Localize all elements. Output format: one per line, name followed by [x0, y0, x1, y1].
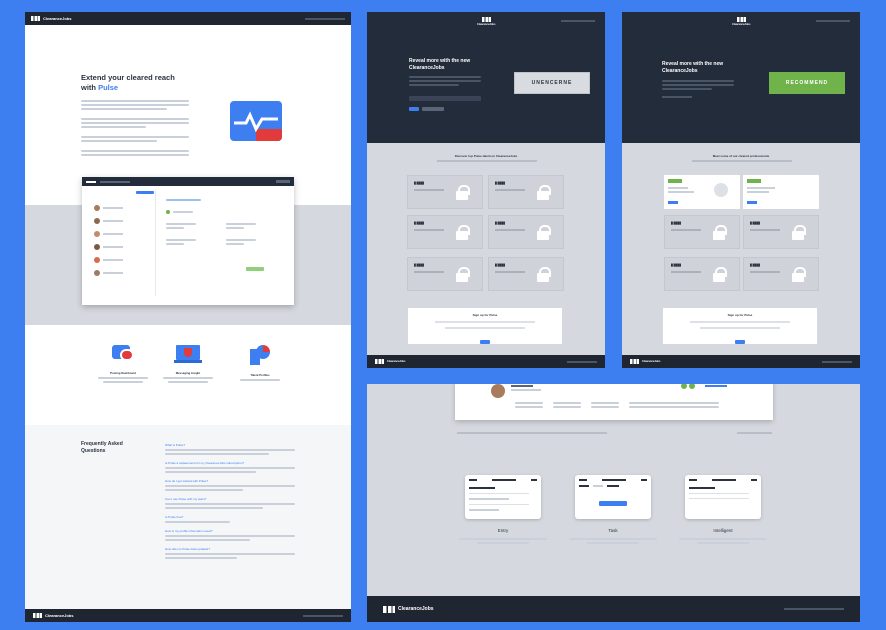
- faq-question[interactable]: What is Pulse?: [165, 443, 295, 447]
- bottom-footer-logo[interactable]: ClearanceJobs: [383, 605, 434, 613]
- logo-mark-icon: [375, 359, 384, 364]
- locked-profile-card[interactable]: █ ████: [664, 257, 740, 291]
- faq-title-line-2: Questions: [81, 447, 106, 454]
- unlocked-profile-card[interactable]: [743, 175, 819, 209]
- faq-question[interactable]: Can I use Pulse with my team?: [165, 497, 295, 501]
- right-signup-card: Sign up for Pulse: [663, 308, 817, 344]
- right-hero-heading-1: Reveal more with the new: [662, 61, 724, 67]
- locked-profile-card[interactable]: █ ████: [488, 215, 564, 249]
- locked-profile-card[interactable]: █ ████: [407, 257, 483, 291]
- middle-hero: ClearanceJobs Reveal more with the new C…: [367, 12, 605, 143]
- brand-name: ClearanceJobs: [43, 16, 72, 21]
- hero-title-line-1: Extend your cleared reach: [81, 73, 175, 82]
- right-tag: RECOMMEND: [769, 72, 845, 94]
- lock-icon: [537, 185, 551, 200]
- pie-chart-icon: [248, 345, 272, 365]
- lock-icon: [792, 267, 806, 282]
- faq-section: Frequently Asked Questions What is Pulse…: [25, 425, 351, 609]
- features-row: Posting Dashboard Messaging Insight Tale…: [25, 325, 351, 425]
- faq-question[interactable]: How do I get started with Pulse?: [165, 479, 295, 483]
- bottom-page-mockup: Entry Task Intelligent ClearanceJobs: [367, 384, 860, 622]
- phone-mockup-entry: [465, 475, 541, 519]
- unlocked-profile-card[interactable]: [664, 175, 740, 209]
- right-signup-button[interactable]: [735, 340, 745, 344]
- right-signup-title: Sign up for Pulse: [727, 313, 753, 317]
- middle-secondary-button[interactable]: [422, 107, 444, 111]
- logo-mark-icon: [630, 359, 639, 364]
- chat-bubble-icon: [112, 345, 134, 363]
- footer-logo[interactable]: ClearanceJobs: [33, 613, 73, 618]
- lock-icon: [537, 267, 551, 282]
- locked-profile-card[interactable]: █ ████: [407, 215, 483, 249]
- right-hero-heading-2: ClearanceJobs: [662, 67, 698, 74]
- lock-icon: [792, 225, 806, 240]
- left-footer: ClearanceJobs: [25, 609, 351, 622]
- phone-mockup-intelligent: [685, 475, 761, 519]
- middle-signup-card: Sign up for Pulse: [408, 308, 562, 344]
- logo-mark-icon: [383, 605, 395, 613]
- right-section-title: Meet some of our cleared professionals: [712, 154, 770, 158]
- lock-icon: [537, 225, 551, 240]
- feature-posting-dashboard: Posting Dashboard: [93, 345, 153, 385]
- middle-signup-title: Sign up for Pulse: [472, 313, 498, 317]
- left-topbar: ClearanceJobs: [25, 12, 351, 25]
- profile-card-preview: [455, 384, 773, 420]
- right-footer: ClearanceJobs: [622, 355, 860, 368]
- hero-body-text: [81, 98, 189, 158]
- locked-profile-card[interactable]: █ ████: [407, 175, 483, 209]
- right-logo[interactable]: ClearanceJobs: [732, 17, 750, 26]
- middle-hero-heading-1: Reveal more with the new: [409, 58, 471, 64]
- lock-icon: [713, 267, 727, 282]
- locked-profile-card[interactable]: █ ████: [743, 257, 819, 291]
- faq-question[interactable]: Is Pulse free?: [165, 515, 295, 519]
- lock-icon: [456, 225, 470, 240]
- left-page-mockup: ClearanceJobs Extend your cleared reach …: [25, 12, 351, 622]
- right-hero: ClearanceJobs Reveal more with the new C…: [622, 12, 860, 143]
- avatar: [491, 384, 505, 398]
- middle-email-input[interactable]: [409, 96, 481, 101]
- feature-title: Posting Dashboard: [110, 371, 136, 375]
- faq-title-line-1: Frequently Asked: [81, 441, 123, 447]
- logo-mark-icon: [31, 16, 40, 21]
- middle-signup-button[interactable]: [480, 340, 490, 344]
- faq-question[interactable]: How often is Pulse data updated?: [165, 547, 295, 551]
- lock-icon: [713, 225, 727, 240]
- brand-logo[interactable]: ClearanceJobs: [31, 16, 71, 21]
- logo-mark-icon: [481, 17, 491, 22]
- feature-title: Messaging Insight: [175, 371, 201, 375]
- lock-icon: [456, 185, 470, 200]
- feature-title: Talent Profiles: [250, 373, 270, 377]
- middle-tag: UNENCERNE: [514, 72, 590, 94]
- locked-profile-card[interactable]: █ ████: [488, 257, 564, 291]
- laptop-shield-icon: [174, 345, 202, 363]
- logo-mark-icon: [33, 613, 42, 618]
- faq-question[interactable]: How is my profile information used?: [165, 529, 295, 533]
- faq-question[interactable]: Is Pulse a replacement for my ClearanceJ…: [165, 461, 295, 465]
- hero-title-line-2: with Pulse: [81, 82, 119, 92]
- bottom-footer: ClearanceJobs: [367, 596, 860, 622]
- middle-footer: ClearanceJobs: [367, 355, 605, 368]
- middle-section-title: Discover top Pulse talent on ClearanceJo…: [454, 154, 518, 158]
- lock-icon: [456, 267, 470, 282]
- feature-messaging-insight: Messaging Insight: [158, 345, 218, 385]
- middle-logo[interactable]: ClearanceJobs: [477, 17, 495, 26]
- dashboard-screenshot: [82, 177, 294, 305]
- phone-label: Task: [608, 528, 618, 533]
- logo-mark-icon: [736, 17, 746, 22]
- hero-title-accent: Pulse: [98, 82, 119, 92]
- middle-hero-heading-2: ClearanceJobs: [409, 64, 445, 71]
- middle-page-mockup: ClearanceJobs Reveal more with the new C…: [367, 12, 605, 368]
- middle-primary-button[interactable]: [409, 107, 419, 111]
- feature-talent-profiles: Talent Profiles: [230, 345, 290, 383]
- phone-label: Entry: [497, 528, 509, 533]
- pulse-logo-icon: [230, 101, 282, 141]
- locked-profile-card[interactable]: █ ████: [664, 215, 740, 249]
- phone-mockup-task: [575, 475, 651, 519]
- phone-label: Intelligent: [713, 528, 733, 533]
- right-page-mockup: ClearanceJobs Reveal more with the new C…: [622, 12, 860, 368]
- locked-profile-card[interactable]: █ ████: [743, 215, 819, 249]
- locked-profile-card[interactable]: █ ████: [488, 175, 564, 209]
